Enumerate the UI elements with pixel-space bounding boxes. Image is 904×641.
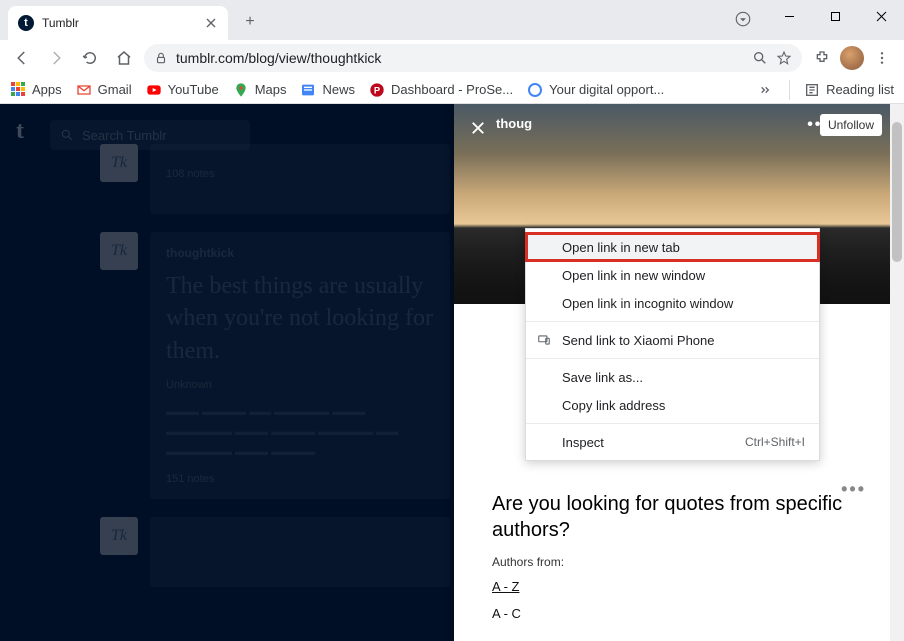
bookmark-label: YouTube [168, 82, 219, 97]
gmail-icon [76, 82, 92, 98]
ctx-label: Send link to Xiaomi Phone [562, 333, 714, 348]
bookmark-dashboard[interactable]: P Dashboard - ProSe... [369, 82, 513, 98]
context-menu: Open link in new tab Open link in new wi… [525, 228, 820, 461]
blog-slug[interactable]: thoug [496, 116, 532, 131]
nav-home-button[interactable] [110, 44, 138, 72]
google-icon [527, 82, 543, 98]
bookmark-youtube[interactable]: YouTube [146, 82, 219, 98]
new-tab-button[interactable]: + [236, 8, 264, 36]
window-close-button[interactable] [858, 0, 904, 32]
browser-tab[interactable]: t Tumblr [8, 6, 228, 40]
ctx-save-link-as[interactable]: Save link as... [526, 363, 819, 391]
bookmarks-bar: Apps Gmail YouTube Maps News P Dashboard… [0, 76, 904, 104]
bookmark-digital[interactable]: Your digital opport... [527, 82, 664, 98]
profile-avatar[interactable] [840, 46, 864, 70]
ctx-separator [526, 321, 819, 322]
window-maximize-button[interactable] [812, 0, 858, 32]
ctx-inspect[interactable]: Inspect Ctrl+Shift+I [526, 428, 819, 456]
ctx-open-new-window[interactable]: Open link in new window [526, 261, 819, 289]
tumblr-favicon: t [18, 15, 34, 31]
panel-scrollbar-track[interactable] [890, 104, 904, 641]
bookmark-label: Reading list [826, 82, 894, 97]
browser-menu-icon[interactable] [868, 44, 896, 72]
post-more-icon[interactable]: ••• [841, 479, 866, 500]
bookmark-maps[interactable]: Maps [233, 82, 287, 98]
author-link[interactable]: A - Z [492, 579, 852, 594]
panel-close-icon[interactable] [464, 114, 492, 142]
account-dropdown-icon[interactable] [728, 4, 758, 34]
device-icon [536, 332, 552, 348]
youtube-icon [146, 82, 162, 98]
unfollow-button[interactable]: Unfollow [820, 114, 882, 136]
ctx-label: Save link as... [562, 370, 643, 385]
bookmark-label: Gmail [98, 82, 132, 97]
address-bar[interactable]: tumblr.com/blog/view/thoughtkick [144, 44, 802, 72]
extensions-icon[interactable] [808, 44, 836, 72]
ctx-label: Open link in new window [562, 268, 705, 283]
nav-forward-button[interactable] [42, 44, 70, 72]
ctx-copy-link[interactable]: Copy link address [526, 391, 819, 419]
ctx-label: Open link in new tab [562, 240, 680, 255]
ctx-open-incognito[interactable]: Open link in incognito window [526, 289, 819, 317]
post-heading: Are you looking for quotes from specific… [492, 491, 852, 543]
bookmark-star-icon[interactable] [776, 50, 792, 66]
ctx-shortcut: Ctrl+Shift+I [745, 435, 805, 449]
panel-scrollbar-thumb[interactable] [892, 122, 902, 262]
bookmark-label: Apps [32, 82, 62, 97]
zoom-icon[interactable] [752, 50, 768, 66]
nav-back-button[interactable] [8, 44, 36, 72]
window-titlebar: t Tumblr + [0, 0, 904, 40]
bookmark-apps[interactable]: Apps [10, 82, 62, 98]
browser-toolbar: tumblr.com/blog/view/thoughtkick [0, 40, 904, 76]
page-content: t Search Tumblr Tk 108 notes Tk thoughtk… [0, 104, 904, 641]
post-label: Authors from: [492, 555, 852, 569]
ctx-label: Copy link address [562, 398, 665, 413]
ctx-label: Inspect [562, 435, 604, 450]
ctx-label: Open link in incognito window [562, 296, 733, 311]
bookmarks-overflow-icon[interactable] [759, 82, 775, 98]
bookmark-gmail[interactable]: Gmail [76, 82, 132, 98]
ctx-send-link[interactable]: Send link to Xiaomi Phone [526, 326, 819, 354]
pinterest-icon: P [369, 82, 385, 98]
bookmark-label: Your digital opport... [549, 82, 664, 97]
ctx-separator [526, 358, 819, 359]
ctx-separator [526, 423, 819, 424]
url-text: tumblr.com/blog/view/thoughtkick [176, 50, 744, 66]
tab-title: Tumblr [42, 16, 196, 30]
blog-post-card: ••• Are you looking for quotes from spec… [474, 474, 870, 641]
window-minimize-button[interactable] [766, 0, 812, 32]
apps-icon [10, 82, 26, 98]
bookmark-news[interactable]: News [300, 82, 355, 98]
bookmark-label: Dashboard - ProSe... [391, 82, 513, 97]
news-icon [300, 82, 316, 98]
bookmark-label: News [322, 82, 355, 97]
bookmark-label: Maps [255, 82, 287, 97]
maps-icon [233, 82, 249, 98]
ctx-open-new-tab[interactable]: Open link in new tab [526, 233, 819, 261]
lock-icon [154, 51, 168, 65]
nav-reload-button[interactable] [76, 44, 104, 72]
reading-list-icon [804, 82, 820, 98]
svg-text:P: P [374, 85, 380, 95]
reading-list-button[interactable]: Reading list [804, 82, 894, 98]
tab-close-icon[interactable] [204, 16, 218, 30]
author-link[interactable]: A - C [492, 606, 852, 621]
